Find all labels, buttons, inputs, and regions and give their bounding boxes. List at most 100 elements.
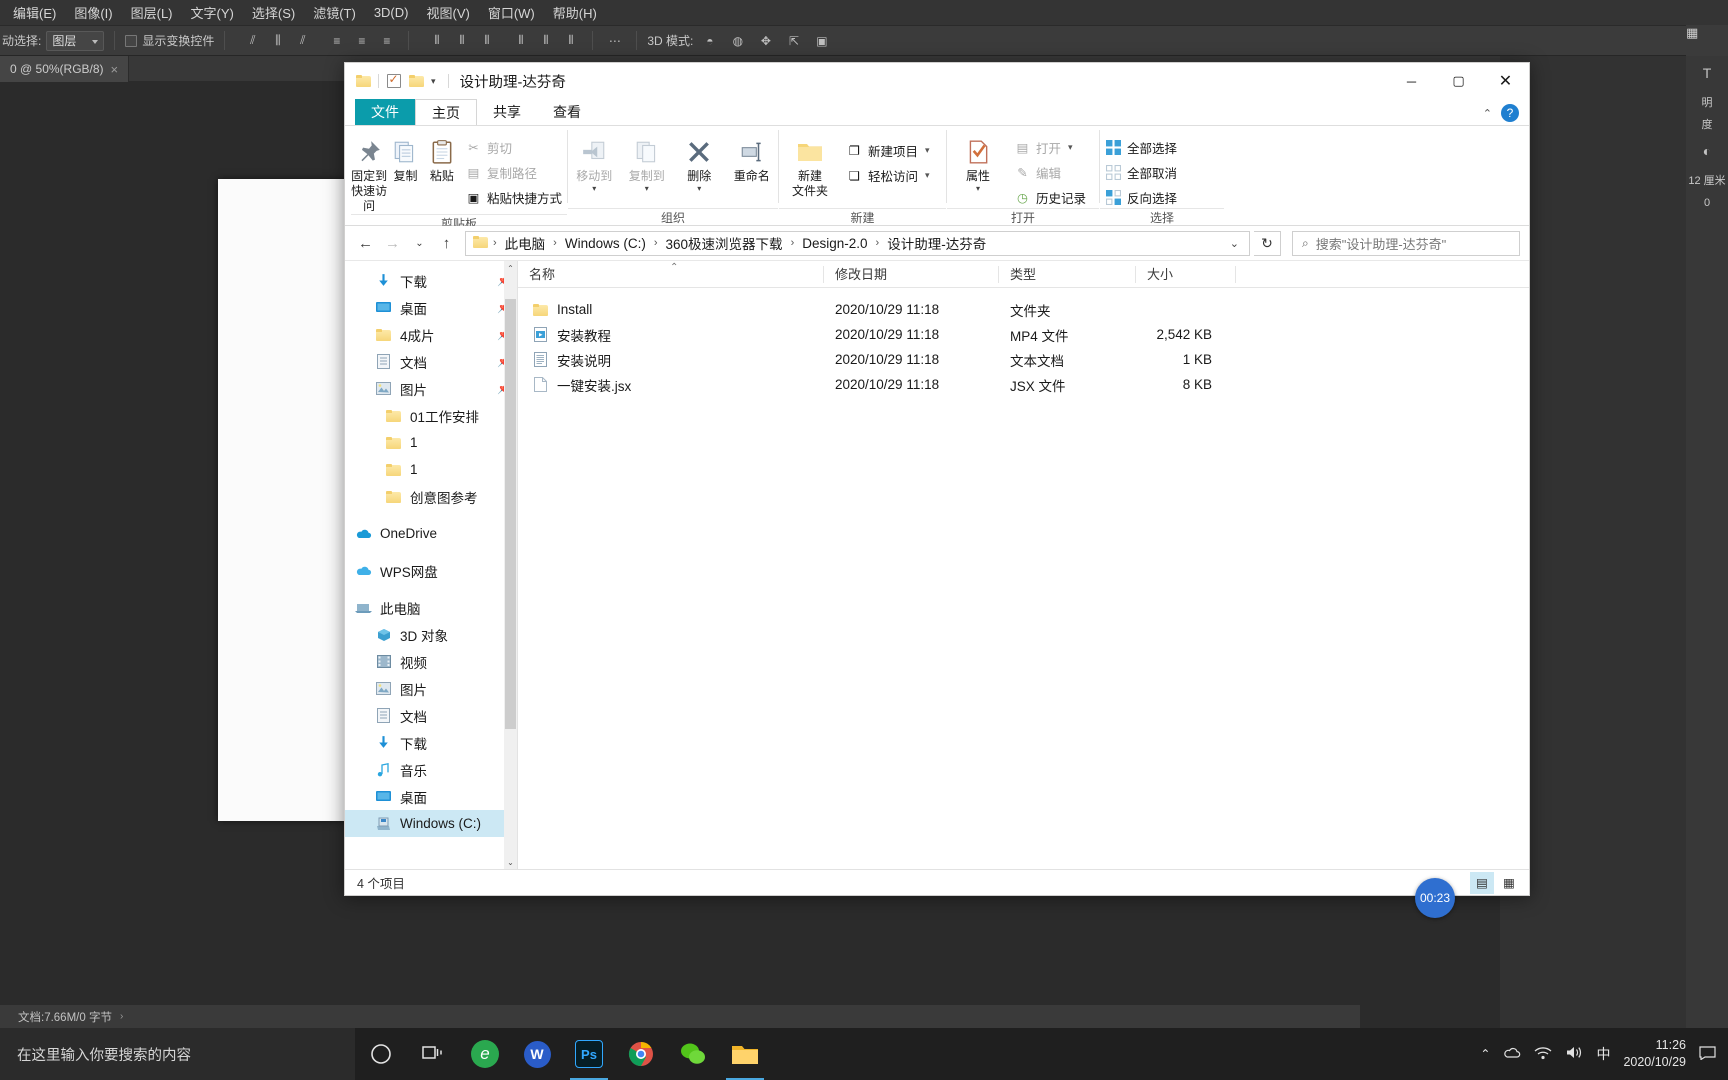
document-tab[interactable]: 0 @ 50%(RGB/8) × — [0, 56, 130, 82]
paste-button[interactable]: 粘贴 — [424, 131, 460, 184]
sidebar-item-this-pc[interactable]: 此电脑 — [345, 594, 517, 621]
tab-home[interactable]: 主页 — [415, 99, 477, 125]
new-folder-icon[interactable] — [408, 73, 425, 90]
sidebar-item-3d-objects[interactable]: 3D 对象 — [345, 621, 517, 648]
breadcrumb-design-2-0[interactable]: Design-2.0 — [799, 236, 870, 251]
file-name-cell[interactable]: 一键安装.jsx — [518, 375, 824, 395]
sidebar-item-documents-quick[interactable]: 文档 📌 — [345, 348, 517, 375]
sidebar-item-onedrive[interactable]: OneDrive — [345, 520, 517, 547]
notification-center-icon[interactable] — [1699, 1045, 1716, 1063]
distribute-right-icon[interactable]: ⦀ — [559, 30, 582, 52]
copy-to-button[interactable]: 复制到 ▾ — [621, 131, 674, 193]
breadcrumb-current-folder[interactable]: 设计助理-达芬奇 — [884, 233, 989, 253]
search-input[interactable]: ⌕ 搜索"设计助理-达芬奇" — [1292, 230, 1520, 256]
chevron-down-icon[interactable]: ▾ — [925, 145, 930, 156]
layer-select-dropdown[interactable]: 图层 — [46, 30, 105, 51]
chevron-down-icon[interactable]: ▾ — [1068, 142, 1073, 153]
photoshop-icon[interactable]: Ps — [563, 1028, 615, 1080]
chevron-down-icon[interactable]: ▾ — [697, 185, 701, 193]
chrome-icon[interactable] — [615, 1028, 667, 1080]
more-options-icon[interactable]: ⋯ — [603, 30, 626, 52]
scroll-down-icon[interactable]: ⌄ — [504, 855, 517, 869]
volume-icon[interactable] — [1565, 1045, 1583, 1063]
menu-item-image[interactable]: 图像(I) — [65, 0, 121, 25]
sidebar-item-folder-1b[interactable]: 1 — [345, 456, 517, 483]
sidebar-item-documents[interactable]: 文档 — [345, 702, 517, 729]
scrollbar-thumb[interactable] — [505, 299, 516, 729]
table-row[interactable]: 安装教程 2020/10/29 11:18 MP4 文件 2,542 KB — [518, 322, 1529, 347]
open-button[interactable]: ▤ 打开 ▾ — [1009, 136, 1091, 158]
large-icons-view-button[interactable]: ▦ — [1497, 872, 1521, 894]
breadcrumb-windows-c[interactable]: Windows (C:) — [562, 236, 649, 251]
tab-share[interactable]: 共享 — [477, 99, 537, 125]
wps-writer-icon[interactable]: W — [511, 1028, 563, 1080]
slide-3d-icon[interactable]: ⇱ — [782, 30, 805, 52]
breadcrumb-downloads-360[interactable]: 360极速浏览器下载 — [663, 233, 786, 253]
screen-recorder-timer[interactable]: 00:23 — [1415, 878, 1455, 918]
chevron-down-icon[interactable]: ▾ — [645, 185, 649, 193]
file-explorer-icon[interactable] — [719, 1028, 771, 1080]
sidebar-item-downloads[interactable]: 下载 — [345, 729, 517, 756]
roll-3d-icon[interactable]: ◍ — [726, 30, 749, 52]
align-top-edges-icon[interactable]: ≡ — [325, 30, 348, 52]
navigation-pane[interactable]: 下载 📌 桌面 📌 4成片 📌 — [345, 261, 517, 869]
navigation-scrollbar[interactable]: ⌃ ⌄ — [504, 261, 517, 869]
ime-indicator[interactable]: 中 — [1596, 1044, 1610, 1064]
select-all-button[interactable]: 全部选择 — [1100, 136, 1182, 158]
sidebar-item-windows-c[interactable]: Windows (C:) — [345, 810, 517, 837]
new-item-button[interactable]: ❐ 新建项目 ▾ — [841, 139, 935, 161]
back-button[interactable]: ← — [354, 232, 377, 255]
collapse-ribbon-icon[interactable]: ⌃ — [1483, 107, 1492, 120]
menu-item-type[interactable]: 文字(Y) — [182, 0, 243, 25]
sidebar-item-folder-1a[interactable]: 1 — [345, 429, 517, 456]
file-name-cell[interactable]: Install — [518, 301, 824, 318]
text-tool-icon[interactable]: T — [1693, 60, 1721, 86]
tab-file[interactable]: 文件 — [355, 99, 415, 125]
wechat-icon[interactable] — [667, 1028, 719, 1080]
menu-item-3d[interactable]: 3D(D) — [365, 2, 418, 23]
sidebar-item-01work[interactable]: 01工作安排 — [345, 402, 517, 429]
invert-selection-button[interactable]: 反向选择 — [1100, 186, 1182, 208]
menu-item-view[interactable]: 视图(V) — [417, 0, 478, 25]
sidebar-item-music[interactable]: 音乐 — [345, 756, 517, 783]
sidebar-item-videos[interactable]: 视频 — [345, 648, 517, 675]
details-view-button[interactable]: ▤ — [1470, 871, 1494, 894]
align-vertical-centers-icon[interactable]: ≡ — [350, 30, 373, 52]
chevron-down-icon[interactable]: ▾ — [925, 170, 930, 181]
menu-item-filter[interactable]: 滤镜(T) — [304, 0, 365, 25]
recent-locations-button[interactable]: ⌄ — [408, 232, 431, 255]
select-none-button[interactable]: 全部取消 — [1100, 161, 1182, 183]
show-transform-checkbox[interactable] — [125, 34, 138, 47]
copy-path-button[interactable]: ▤ 复制路径 — [460, 161, 567, 183]
help-icon[interactable]: ? — [1501, 104, 1519, 122]
adjustments-icon[interactable]: ◐ — [1693, 138, 1721, 164]
properties-button[interactable]: 属性 ▾ — [947, 131, 1009, 193]
distribute-left-icon[interactable]: ⦀ — [509, 30, 532, 52]
menu-item-window[interactable]: 窗口(W) — [479, 0, 544, 25]
rename-button[interactable]: 重命名 — [726, 131, 779, 184]
file-list[interactable]: Install 2020/10/29 11:18 文件夹 安装教程 2020/1… — [518, 288, 1529, 397]
chevron-down-icon[interactable]: ▾ — [976, 185, 980, 193]
task-view-icon[interactable] — [407, 1028, 459, 1080]
edit-button[interactable]: ✎ 编辑 — [1009, 161, 1091, 183]
sidebar-item-4chengpian[interactable]: 4成片 📌 — [345, 321, 517, 348]
sidebar-item-creative-reference[interactable]: 创意图参考 — [345, 483, 517, 510]
minimize-button[interactable]: ─ — [1388, 63, 1435, 99]
sidebar-item-desktop-quick[interactable]: 桌面 📌 — [345, 294, 517, 321]
scale-3d-icon[interactable]: ▣ — [810, 30, 833, 52]
align-right-edges-icon[interactable]: ⫽ — [291, 30, 314, 52]
cut-button[interactable]: ✂ 剪切 — [460, 136, 567, 158]
onedrive-tray-icon[interactable] — [1503, 1046, 1521, 1062]
sidebar-item-desktop[interactable]: 桌面 — [345, 783, 517, 810]
up-button[interactable]: ↑ — [435, 232, 458, 255]
new-folder-button[interactable]: 新建 文件夹 — [779, 131, 841, 199]
column-header-type[interactable]: 类型 — [999, 261, 1136, 288]
delete-button[interactable]: 删除 ▾ — [673, 131, 726, 193]
column-header-size[interactable]: 大小 — [1136, 261, 1236, 288]
forward-button[interactable]: → — [381, 232, 404, 255]
close-button[interactable]: ✕ — [1482, 63, 1529, 99]
history-button[interactable]: ◷ 历史记录 — [1009, 186, 1091, 208]
distribute-center-icon[interactable]: ⫴ — [450, 30, 473, 52]
folder-icon[interactable] — [355, 73, 372, 90]
distribute-hcenter-icon[interactable]: ⦀ — [534, 30, 557, 52]
